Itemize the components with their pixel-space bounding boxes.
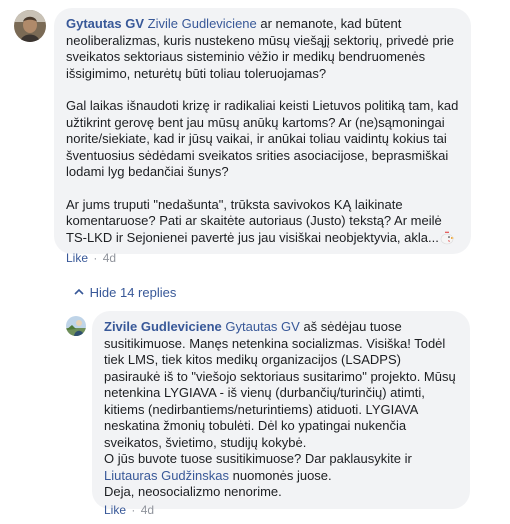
comment-2-actions: Like · 4d [104, 503, 154, 517]
comment-mention[interactable]: Zivile Gudleviciene [148, 16, 257, 31]
timestamp[interactable]: 4d [141, 503, 154, 517]
comment-text: nuomonės juose. [229, 467, 332, 483]
separator: · [131, 503, 136, 517]
comment-2-paragraph-2: O jūs buvote tuose susitikimuose? Dar pa… [104, 451, 458, 484]
chevron-up-icon [74, 288, 86, 299]
rooster-emoji-icon [439, 230, 455, 245]
comment-bubble-1: Gytautas GV Zivile Gudleviciene ar neman… [54, 8, 471, 254]
hide-replies-label: Hide 14 replies [89, 285, 177, 300]
avatar-image [14, 10, 46, 42]
comment-1-paragraph-1: Gytautas GV Zivile Gudleviciene ar neman… [66, 16, 459, 82]
comment-1-actions: Like · 4d [66, 251, 116, 265]
like-button[interactable]: Like [104, 503, 126, 517]
comment-1-paragraph-2: Gal laikas išnaudoti krizę ir radikaliai… [66, 98, 459, 179]
comment-bubble-2: Zivile Gudleviciene Gytautas GV aš sėdėj… [92, 311, 470, 509]
separator: · [93, 251, 98, 265]
comment-text: aš sėdėjau tuose susitikimuose. Manęs ne… [104, 319, 456, 450]
comment-mention-2[interactable]: Liutauras Gudžinskas [104, 468, 229, 483]
avatar-gytautas[interactable] [14, 10, 46, 42]
comment-1-paragraph-3: Ar jums truputi "nedašunta", trūksta sav… [66, 197, 459, 247]
comment-text: O jūs buvote tuose susitikimuose? Dar pa… [104, 451, 412, 466]
like-button[interactable]: Like [66, 251, 88, 265]
comment-author[interactable]: Gytautas GV [66, 16, 144, 31]
avatar-image [66, 316, 86, 336]
comment-text: Ar jums truputi "nedašunta", trūksta sav… [66, 196, 442, 245]
avatar-zivile[interactable] [66, 316, 86, 336]
comment-mention[interactable]: Gytautas GV [225, 319, 299, 334]
timestamp[interactable]: 4d [103, 251, 116, 265]
comment-2-paragraph-3: Deja, neosocializmo nenorime. [104, 484, 282, 499]
comment-2-paragraph-1: Zivile Gudleviciene Gytautas GV aš sėdėj… [104, 319, 458, 451]
hide-replies-button[interactable]: Hide 14 replies [74, 285, 176, 300]
comment-author[interactable]: Zivile Gudleviciene [104, 319, 222, 334]
